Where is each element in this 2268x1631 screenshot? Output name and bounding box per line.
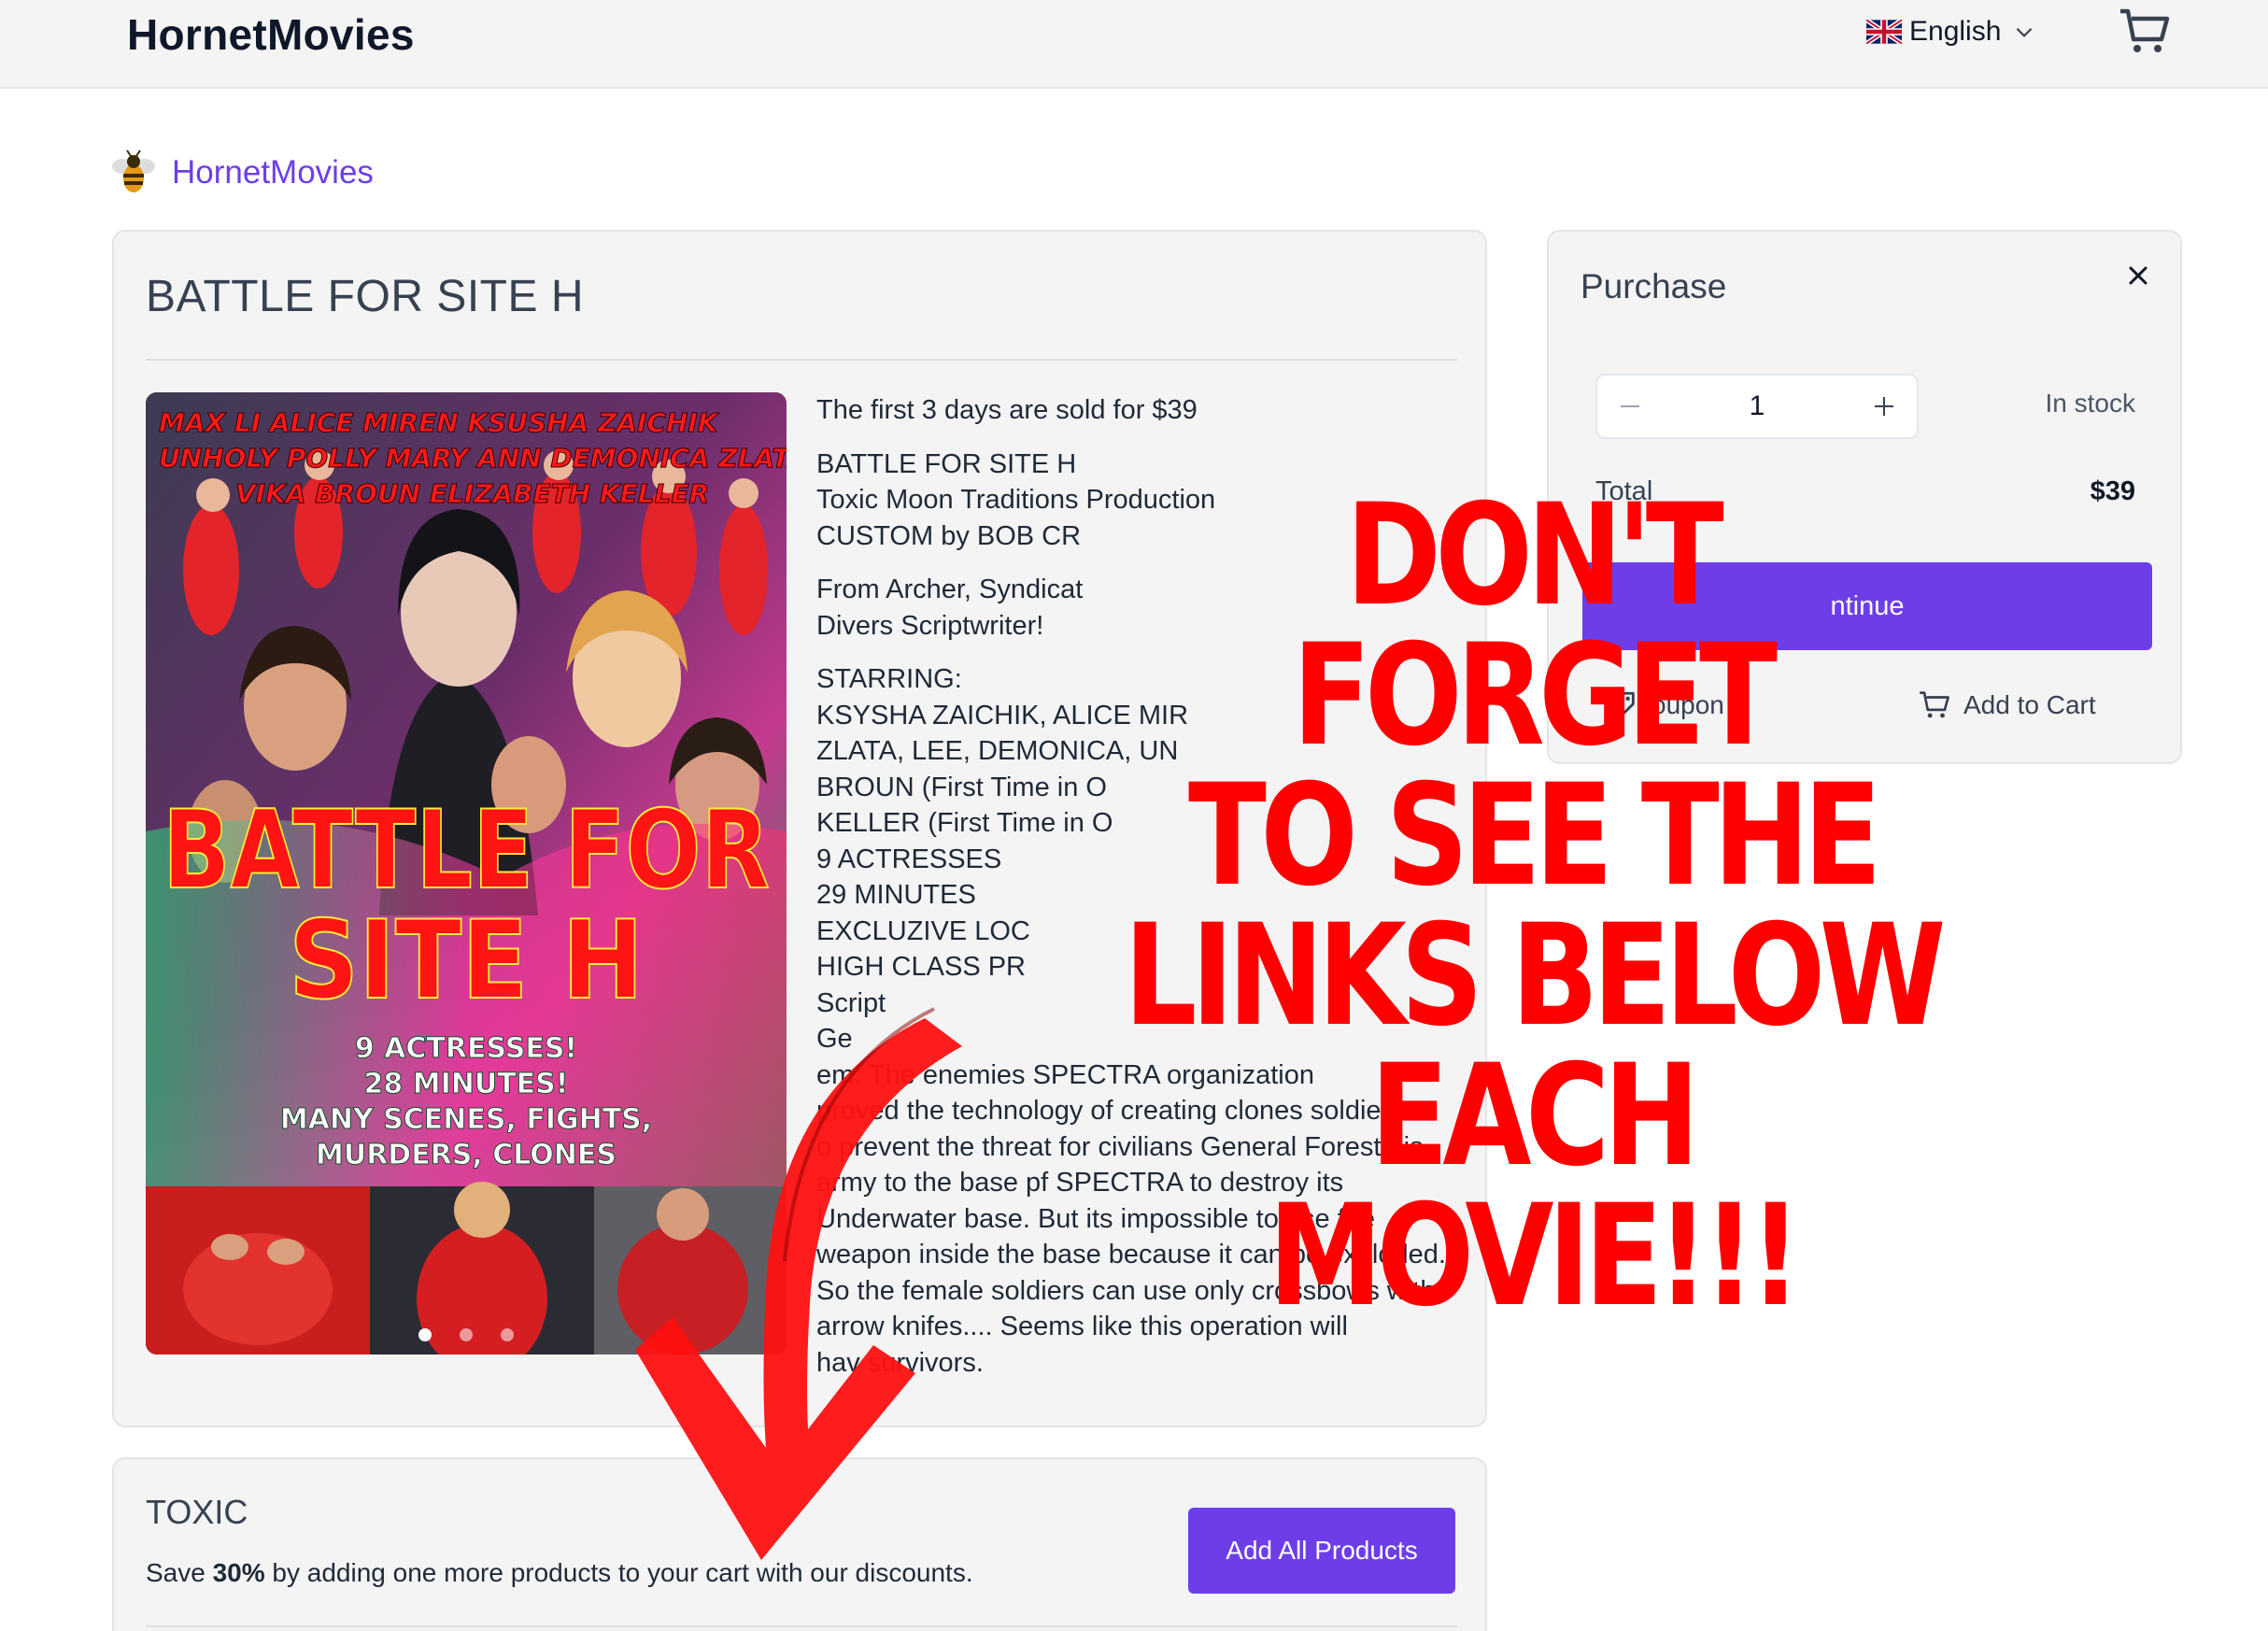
poster-tag-2: 28 MINUTES! bbox=[364, 1068, 569, 1100]
plot-line-1: Ge bbox=[816, 1024, 853, 1054]
starring-line-1: KSYSHA ZAICHIK, ALICE MIR bbox=[816, 700, 1189, 730]
plot-line-2: em. The enemies SPECTRA organization bbox=[816, 1059, 1315, 1090]
class-line: HIGH CLASS PR bbox=[816, 952, 1026, 982]
uk-flag-icon bbox=[1866, 20, 1902, 44]
quantity-increase-button[interactable] bbox=[1851, 376, 1917, 437]
plot-line-10: hav survivors. bbox=[816, 1347, 984, 1378]
plot-line-6: Underwater base. But its impossible to u… bbox=[816, 1203, 1375, 1234]
product-title: BATTLE FOR SITE H bbox=[146, 272, 584, 321]
carousel-dot-1[interactable] bbox=[418, 1328, 432, 1341]
total-value: $39 bbox=[2090, 476, 2135, 506]
description-writer-1: From Archer, Syndicat bbox=[816, 574, 1084, 604]
minutes-count: 29 MINUTES bbox=[816, 880, 976, 910]
breadcrumb-home-link[interactable]: HornetMovies bbox=[172, 154, 374, 191]
plot-line-9: arrow knifes.... Seems like this operati… bbox=[816, 1312, 1348, 1341]
poster-tag-1: 9 ACTRESSES! bbox=[355, 1032, 577, 1065]
divider bbox=[146, 1625, 1457, 1627]
product-card: BATTLE FOR SITE H MAX LI ALICE MIREN KSU… bbox=[112, 230, 1487, 1427]
purchase-panel: Purchase 1 In stock Total $39 ntinue oup… bbox=[1547, 230, 2182, 764]
top-bar: HornetMovies English bbox=[0, 0, 2268, 89]
quantity-value[interactable]: 1 bbox=[1663, 376, 1851, 437]
bundle-description: Save 30% by adding one more products to … bbox=[146, 1558, 973, 1588]
starring-line-4: KELLER (First Time in O bbox=[816, 808, 1113, 838]
stock-status: In stock bbox=[2045, 389, 2135, 418]
plot-line-4: o prevent the threat for civilians Gener… bbox=[816, 1131, 1424, 1162]
carousel-dots bbox=[146, 1328, 787, 1341]
poster-title-line-2: SITE H bbox=[289, 898, 644, 1024]
bee-icon bbox=[112, 149, 155, 192]
total-label: Total bbox=[1595, 476, 1653, 506]
add-to-cart-button[interactable]: Add to Cart bbox=[1919, 689, 2096, 721]
language-selector[interactable]: English bbox=[1866, 13, 2036, 50]
add-all-products-button[interactable]: Add All Products bbox=[1188, 1508, 1455, 1594]
location-line: EXCLUZIVE LOC bbox=[816, 915, 1030, 946]
poster-title-line-1: BATTLE FOR bbox=[163, 787, 770, 914]
minus-icon bbox=[1621, 405, 1639, 407]
plot-line-5: army to the base pf SPECTRA to destroy i… bbox=[816, 1168, 1344, 1198]
close-button[interactable] bbox=[2122, 260, 2154, 291]
coupon-label: oupon bbox=[1651, 690, 1724, 719]
bundle-discount: 30% bbox=[212, 1558, 265, 1587]
script-label: Script bbox=[816, 987, 886, 1018]
bundle-text-suffix: by adding one more products to your cart… bbox=[264, 1558, 973, 1587]
plot-line-3: proved the technology of creating clones… bbox=[816, 1096, 1411, 1126]
bundle-text-prefix: Save bbox=[146, 1558, 213, 1587]
poster-tag-4: MURDERS, CLONES bbox=[316, 1139, 617, 1171]
description-title: BATTLE FOR SITE H bbox=[816, 448, 1077, 479]
poster-tag-3: MANY SCENES, FIGHTS, bbox=[280, 1103, 652, 1136]
starring-label: STARRING: bbox=[816, 664, 962, 694]
cart-icon[interactable] bbox=[2119, 7, 2171, 56]
continue-button[interactable]: ntinue bbox=[1582, 562, 2152, 650]
product-description: The first 3 days are sold for $39 BATTLE… bbox=[816, 392, 1461, 1398]
actresses-count: 9 ACTRESSES bbox=[816, 844, 1002, 874]
plot-line-7: weapon inside the base because it can be… bbox=[816, 1240, 1446, 1269]
poster-cast-line-2: UNHOLY POLLY MARY ANN DEMONICA ZLATA bbox=[159, 443, 787, 474]
poster-cast-line-1: MAX LI ALICE MIREN KSUSHA ZAICHIK bbox=[159, 407, 720, 438]
brand-logo[interactable]: HornetMovies bbox=[127, 9, 415, 60]
breadcrumb[interactable]: HornetMovies bbox=[108, 148, 374, 198]
description-production: Toxic Moon Traditions Production bbox=[816, 485, 1216, 515]
add-to-cart-label: Add to Cart bbox=[1963, 690, 2096, 719]
carousel-dot-3[interactable] bbox=[501, 1328, 514, 1341]
description-writer-2: Divers Scriptwriter! bbox=[816, 610, 1044, 641]
bundle-title: TOXIC bbox=[146, 1493, 248, 1531]
divider bbox=[146, 359, 1457, 361]
quantity-decrease-button[interactable] bbox=[1597, 376, 1663, 437]
cart-icon bbox=[1920, 691, 1949, 718]
plus-icon bbox=[1875, 397, 1893, 416]
bundle-offer-card: TOXIC Save 30% by adding one more produc… bbox=[112, 1457, 1487, 1631]
starring-line-3: BROUN (First Time in O bbox=[816, 772, 1107, 802]
tag-icon bbox=[1609, 691, 1635, 717]
starring-line-2: ZLATA, LEE, DEMONICA, UN bbox=[816, 736, 1179, 766]
product-image-carousel[interactable]: MAX LI ALICE MIREN KSUSHA ZAICHIK UNHOLY… bbox=[146, 392, 787, 1354]
language-label: English bbox=[1909, 16, 2002, 47]
poster-image: MAX LI ALICE MIREN KSUSHA ZAICHIK UNHOLY… bbox=[146, 392, 787, 1354]
chevron-down-icon bbox=[2017, 27, 2033, 37]
quantity-stepper: 1 bbox=[1595, 374, 1919, 439]
carousel-dot-2[interactable] bbox=[460, 1328, 473, 1341]
price-note: The first 3 days are sold for $39 bbox=[816, 395, 1198, 425]
description-custom: CUSTOM by BOB CR bbox=[816, 520, 1082, 551]
plot-line-8: So the female soldiers can use only cros… bbox=[816, 1275, 1436, 1306]
purchase-title: Purchase bbox=[1581, 267, 1727, 305]
poster-cast-line-3: VIKA BROUN ELIZABETH KELLER bbox=[235, 478, 709, 509]
apply-coupon-button[interactable]: oupon bbox=[1607, 689, 1724, 721]
close-icon bbox=[2129, 266, 2148, 285]
